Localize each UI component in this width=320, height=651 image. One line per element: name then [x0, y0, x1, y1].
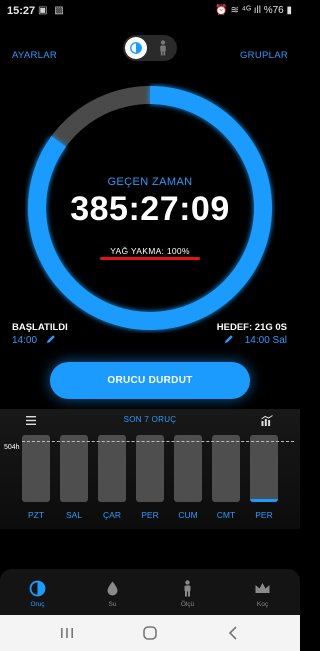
system-nav-bar: [0, 615, 300, 651]
history-bar[interactable]: [174, 435, 202, 502]
fasting-icon: [130, 42, 142, 54]
home-icon[interactable]: [140, 625, 160, 641]
history-bar[interactable]: [212, 435, 240, 502]
goal-title: HEDEF: 21G 0S: [216, 322, 287, 333]
history-bar[interactable]: [136, 435, 164, 502]
bottom-nav: Oruç Su Ölçü Koç: [0, 569, 300, 615]
fasting-icon: [29, 580, 46, 597]
start-time-row[interactable]: 14:00: [12, 334, 56, 346]
status-right: ⏰ ≋ ⁴ᴳ ıll %76 ▮: [215, 5, 292, 16]
history-bar-fill: [250, 499, 278, 502]
nav-label: Su: [108, 601, 117, 608]
day-label: ÇAR: [103, 510, 121, 520]
fat-burn-label: YAĞ YAKMA: 100%: [110, 246, 190, 256]
body-measure-icon: [184, 580, 191, 597]
battery-icon: ▮: [283, 5, 292, 16]
water-drop-icon: [107, 581, 118, 596]
edit-pencil-icon[interactable]: [224, 334, 234, 344]
history-title: SON 7 ORUÇ: [123, 415, 177, 424]
stats-chart-icon[interactable]: [261, 415, 273, 426]
elapsed-time: 385:27:09: [70, 190, 230, 228]
stop-fast-button[interactable]: ORUCU DURDUT: [50, 362, 250, 399]
day-label: SAL: [65, 510, 83, 520]
start-title: BAŞLATILDI: [12, 322, 68, 333]
goal-time-row[interactable]: 14:00 Sal: [224, 334, 287, 346]
settings-link[interactable]: AYARLAR: [12, 50, 57, 61]
day-label: PER: [141, 510, 159, 520]
edit-pencil-icon[interactable]: [46, 334, 56, 344]
battery-level: %76: [263, 5, 284, 16]
recent-apps-icon[interactable]: [57, 625, 77, 641]
groups-link[interactable]: GRUPLAR: [240, 50, 288, 61]
nav-label: Ölçü: [180, 601, 195, 608]
nav-tab-coach[interactable]: Koç: [225, 569, 300, 615]
history-bar[interactable]: [98, 435, 126, 502]
day-label: PZT: [27, 510, 45, 520]
toggle-knob: [125, 37, 147, 59]
status-bar: 15:27 ▣ ▧ ⏰ ≋ ⁴ᴳ ıll %76 ▮: [0, 0, 300, 24]
highlight-underline: [100, 257, 200, 260]
history-bar[interactable]: [60, 435, 88, 502]
nav-tab-water[interactable]: Su: [75, 569, 150, 615]
day-label: PER: [255, 510, 273, 520]
target-line: [22, 441, 294, 442]
back-icon[interactable]: [224, 625, 244, 641]
day-label: CUM: [178, 510, 198, 520]
notification-icons: ▣ ▧: [38, 5, 66, 16]
status-time: 15:27: [7, 5, 36, 17]
start-time: 14:00: [12, 335, 38, 346]
person-icon: [160, 40, 166, 56]
nav-label: Oruç: [30, 601, 45, 608]
nav-label: Koç: [256, 601, 269, 608]
status-icons: ⏰ ≋ ⁴ᴳ ıll: [215, 5, 264, 16]
elapsed-label: GEÇEN ZAMAN: [107, 176, 193, 188]
crown-icon: [255, 583, 270, 593]
nav-tab-measure[interactable]: Ölçü: [150, 569, 225, 615]
history-bar[interactable]: [22, 435, 50, 502]
nav-tab-fasting[interactable]: Oruç: [0, 569, 75, 615]
goal-time: 14:00 Sal: [244, 335, 287, 346]
day-label: CMT: [216, 510, 236, 520]
hours-label: 504h: [4, 444, 20, 451]
mode-toggle[interactable]: [123, 35, 177, 61]
history-bar[interactable]: [250, 435, 278, 502]
